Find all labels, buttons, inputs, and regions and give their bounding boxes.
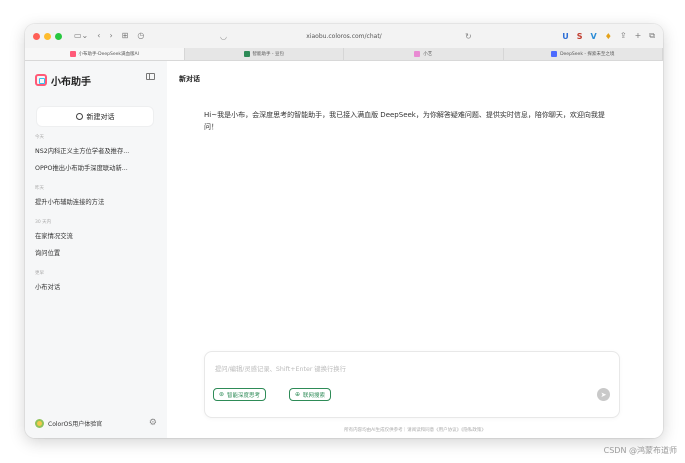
extension-u-icon[interactable]: U <box>562 32 569 41</box>
browser-tab-deepseek[interactable]: DeepSeek - 探索未至之境 <box>504 48 663 60</box>
send-arrow-icon: ➤ <box>600 390 607 399</box>
nav-controls: ▭⌄ ‹ › ⊞ ◷ <box>74 32 144 40</box>
avatar <box>35 418 44 428</box>
settings-gear-icon[interactable]: ⚙ <box>149 418 157 428</box>
history-group-today: 今天 NS2内科正义主方位学者及推存... OPPO推出小布助手深度联动新... <box>35 133 157 177</box>
minimize-window-button[interactable] <box>44 32 51 40</box>
browser-tab-label: 小艺 <box>423 52 433 57</box>
history-group-label: 更早 <box>35 271 44 276</box>
close-window-button[interactable] <box>33 32 40 40</box>
share-icon[interactable]: ⇪ <box>620 32 627 40</box>
browser-tab-label: DeepSeek - 探索未至之境 <box>560 52 615 57</box>
history-group-earlier: 更早 小布对话 <box>35 269 157 296</box>
extension-drop-icon[interactable]: ♦ <box>605 32 612 41</box>
history-item[interactable]: 在家情况交流 <box>35 228 157 245</box>
maximize-window-button[interactable] <box>55 32 62 40</box>
xiaobu-favicon-icon <box>69 51 76 57</box>
history-group-label: 30 天内 <box>35 220 52 225</box>
deep-think-toggle[interactable]: ⊛ 智能深度思考 <box>213 388 267 401</box>
history-item[interactable]: NS2内科正义主方位学者及推存... <box>35 143 157 160</box>
doubao-favicon-icon <box>243 51 250 57</box>
sidebar: 小布助手 新建对话 今天 NS2内科正义主方位学者及推存... OPPO推出小布… <box>25 61 167 438</box>
window-controls <box>33 32 62 40</box>
user-profile[interactable]: ColorOS用户体验官 ⚙ <box>35 416 157 430</box>
brand-name: 小布助手 <box>51 76 91 88</box>
watermark: CSDN @鸿蒙布道师 <box>603 446 677 455</box>
web-search-toggle[interactable]: ⊕ 联网搜索 <box>289 388 332 401</box>
browser-tab-label: 智能助手 - 豆包 <box>252 52 284 57</box>
browser-window: ▭⌄ ‹ › ⊞ ◷ ◡ xiaobu.coloros.com/chat/ ↻ … <box>25 24 663 438</box>
new-tab-icon[interactable]: + <box>635 32 642 40</box>
message-composer: 提问/编辑/灵感记录、Shift+Enter 键换行换行 ⊛ 智能深度思考 ⊕ … <box>204 351 620 418</box>
browser-tab-xiaoyi[interactable]: 小艺 <box>344 48 504 60</box>
browser-toolbar: ▭⌄ ‹ › ⊞ ◷ ◡ xiaobu.coloros.com/chat/ ↻ … <box>25 24 663 48</box>
web-search-label: 联网搜索 <box>303 392 326 399</box>
tabs-icon[interactable]: ⧉ <box>649 32 655 40</box>
privacy-shield-icon[interactable]: ◡ <box>220 32 227 41</box>
chat-bubble-icon <box>75 113 83 120</box>
history-group-30-days: 30 天内 在家情况交流 询问位置 <box>35 218 157 262</box>
user-name: ColorOS用户体验官 <box>48 420 103 428</box>
browser-tab-xiaobu[interactable]: 小布助手-DeepSeek满血版AI <box>25 48 185 60</box>
browser-tab-doubao[interactable]: 智能助手 - 豆包 <box>185 48 344 60</box>
xiaoyi-favicon-icon <box>414 51 421 57</box>
message-input[interactable]: 提问/编辑/灵感记录、Shift+Enter 键换行换行 <box>215 364 346 373</box>
collapse-sidebar-icon[interactable] <box>146 73 155 80</box>
forward-icon[interactable]: › <box>109 32 112 40</box>
history-item[interactable]: 提升小布辅助连接的方法 <box>35 194 157 211</box>
page-title: 新对话 <box>179 75 200 83</box>
sidebar-toggle-icon[interactable]: ▭⌄ <box>74 32 88 40</box>
new-chat-label: 新建对话 <box>86 112 115 121</box>
extension-bar: U S V ♦ ⇪ + ⧉ <box>562 32 655 41</box>
chat-main: 新对话 Hi~我是小布，会深度思考的智能助手，我已接入满血版 DeepSeek，… <box>167 61 663 438</box>
globe-icon: ⊕ <box>295 390 301 398</box>
history-group-label: 昨天 <box>35 186 44 191</box>
brain-icon: ⊛ <box>219 390 225 398</box>
history-group-yesterday: 昨天 提升小布辅助连接的方法 <box>35 184 157 211</box>
app-content: 小布助手 新建对话 今天 NS2内科正义主方位学者及推存... OPPO推出小布… <box>25 61 663 438</box>
browser-tab-strip: 小布助手-DeepSeek满血版AI 智能助手 - 豆包 小艺 DeepSeek… <box>25 48 663 61</box>
history-item[interactable]: 询问位置 <box>35 245 157 262</box>
extension-s-icon[interactable]: S <box>577 32 583 41</box>
deepseek-favicon-icon <box>551 51 558 57</box>
browser-tab-label: 小布助手-DeepSeek满血版AI <box>78 52 139 57</box>
assistant-greeting: Hi~我是小布，会深度思考的智能助手，我已接入满血版 DeepSeek，为你解答… <box>204 111 605 131</box>
extension-v-icon[interactable]: V <box>591 32 597 41</box>
history-icon[interactable]: ◷ <box>137 32 144 40</box>
send-button[interactable]: ➤ <box>597 388 610 401</box>
history-item[interactable]: OPPO推出小布助手深度联动新... <box>35 160 157 177</box>
xiaobu-logo-icon <box>35 74 47 86</box>
new-chat-button[interactable]: 新建对话 <box>37 107 153 126</box>
history-group-label: 今天 <box>35 135 44 140</box>
reload-icon[interactable]: ↻ <box>465 32 472 41</box>
back-icon[interactable]: ‹ <box>97 32 100 40</box>
history-item[interactable]: 小布对话 <box>35 279 157 296</box>
tab-overview-icon[interactable]: ⊞ <box>122 32 129 40</box>
deep-think-label: 智能深度思考 <box>227 392 261 399</box>
brand: 小布助手 <box>35 65 157 95</box>
disclaimer: 所有内容均由AI生成仅供参考｜请阅读和同意《用户协议》《隐私政策》 <box>344 428 486 433</box>
